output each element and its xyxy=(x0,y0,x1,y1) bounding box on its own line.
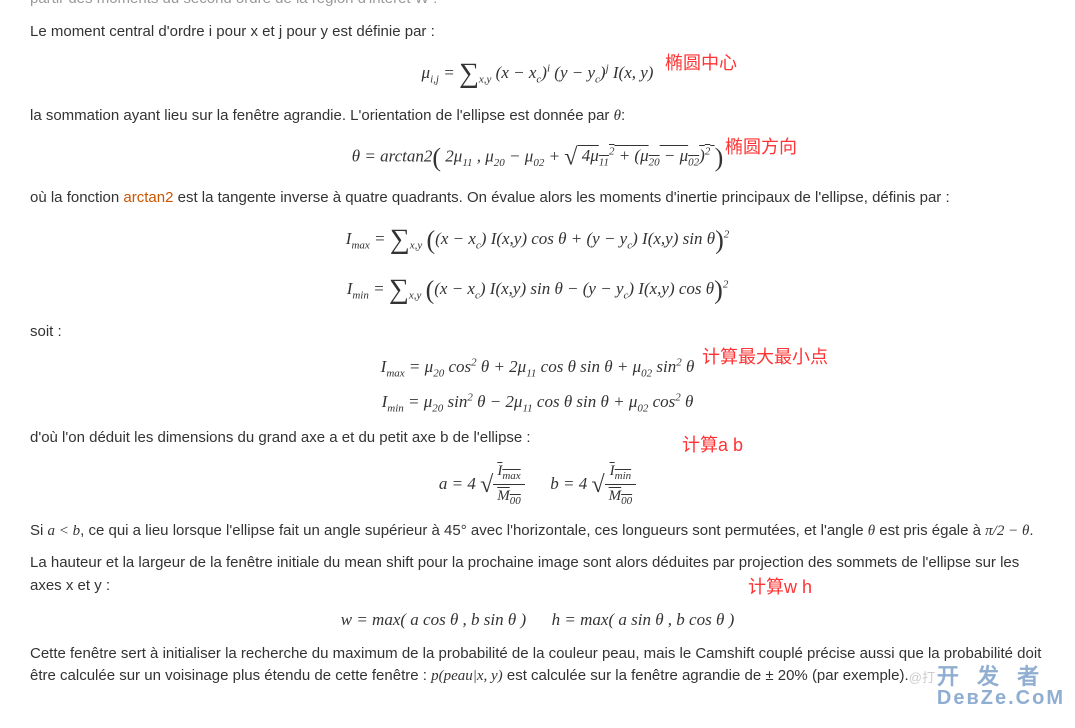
equation-imin: Imin = ∑x,y ((x − xc) I(x,y) sin θ − (y … xyxy=(30,269,1045,311)
annotation-ellipse-center: 椭圆中心 xyxy=(665,50,737,77)
equation-moment-central: μi,j = ∑x,y (x − xc)i (y − yc)j I(x, y) xyxy=(30,53,1045,95)
equation-imax-expanded: Imax = μ20 cos2 θ + 2μ11 cos θ sin θ + μ… xyxy=(30,354,1045,382)
equation-imin-expanded: Imin = μ20 sin2 θ − 2μ11 cos θ sin θ + μ… xyxy=(30,389,1045,417)
equation-imax: Imax = ∑x,y ((x − xc) I(x,y) cos θ + (y … xyxy=(30,219,1045,261)
paragraph-7: La hauteur et la largeur de la fenêtre i… xyxy=(30,552,1045,597)
equation-wh: w = max( a cos θ , b sin θ ) h = max( a … xyxy=(30,607,1045,633)
annotation-compute-ab: 计算a b xyxy=(682,432,743,459)
arctan2-link[interactable]: arctan2 xyxy=(123,189,173,206)
watermark-attribution: @打 xyxy=(909,668,935,688)
paragraph-6: Si a < b, ce qui a lieu lorsque l'ellips… xyxy=(30,520,1045,543)
watermark-logo: 开 发 者 DевZе.СоМ xyxy=(937,666,1065,708)
paragraph-3: où la fonction arctan2 est la tangente i… xyxy=(30,187,1045,210)
paragraph-4: soit : xyxy=(30,321,1045,344)
paragraph-8: Cette fenêtre sert à initialiser la rech… xyxy=(30,643,1045,688)
paragraph-1: Le moment central d'ordre i pour x et j … xyxy=(30,21,1045,44)
paragraph-cut-top: partir des moments du second ordre de la… xyxy=(30,0,1045,11)
annotation-ellipse-orientation: 椭圆方向 xyxy=(725,134,797,161)
equation-ab: a = 4 √ImaxM00 b = 4 √IminM00 xyxy=(30,460,1045,510)
paragraph-2: la sommation ayant lieu sur la fenêtre a… xyxy=(30,105,1045,128)
annotation-compute-maxmin: 计算最大最小点 xyxy=(702,344,828,371)
paragraph-5: d'où l'on déduit les dimensions du grand… xyxy=(30,427,1045,450)
annotation-compute-wh: 计算w h xyxy=(748,574,812,601)
equation-theta: θ = arctan2( 2μ11 , μ20 − μ02 + √ 4μ112 … xyxy=(30,138,1045,177)
